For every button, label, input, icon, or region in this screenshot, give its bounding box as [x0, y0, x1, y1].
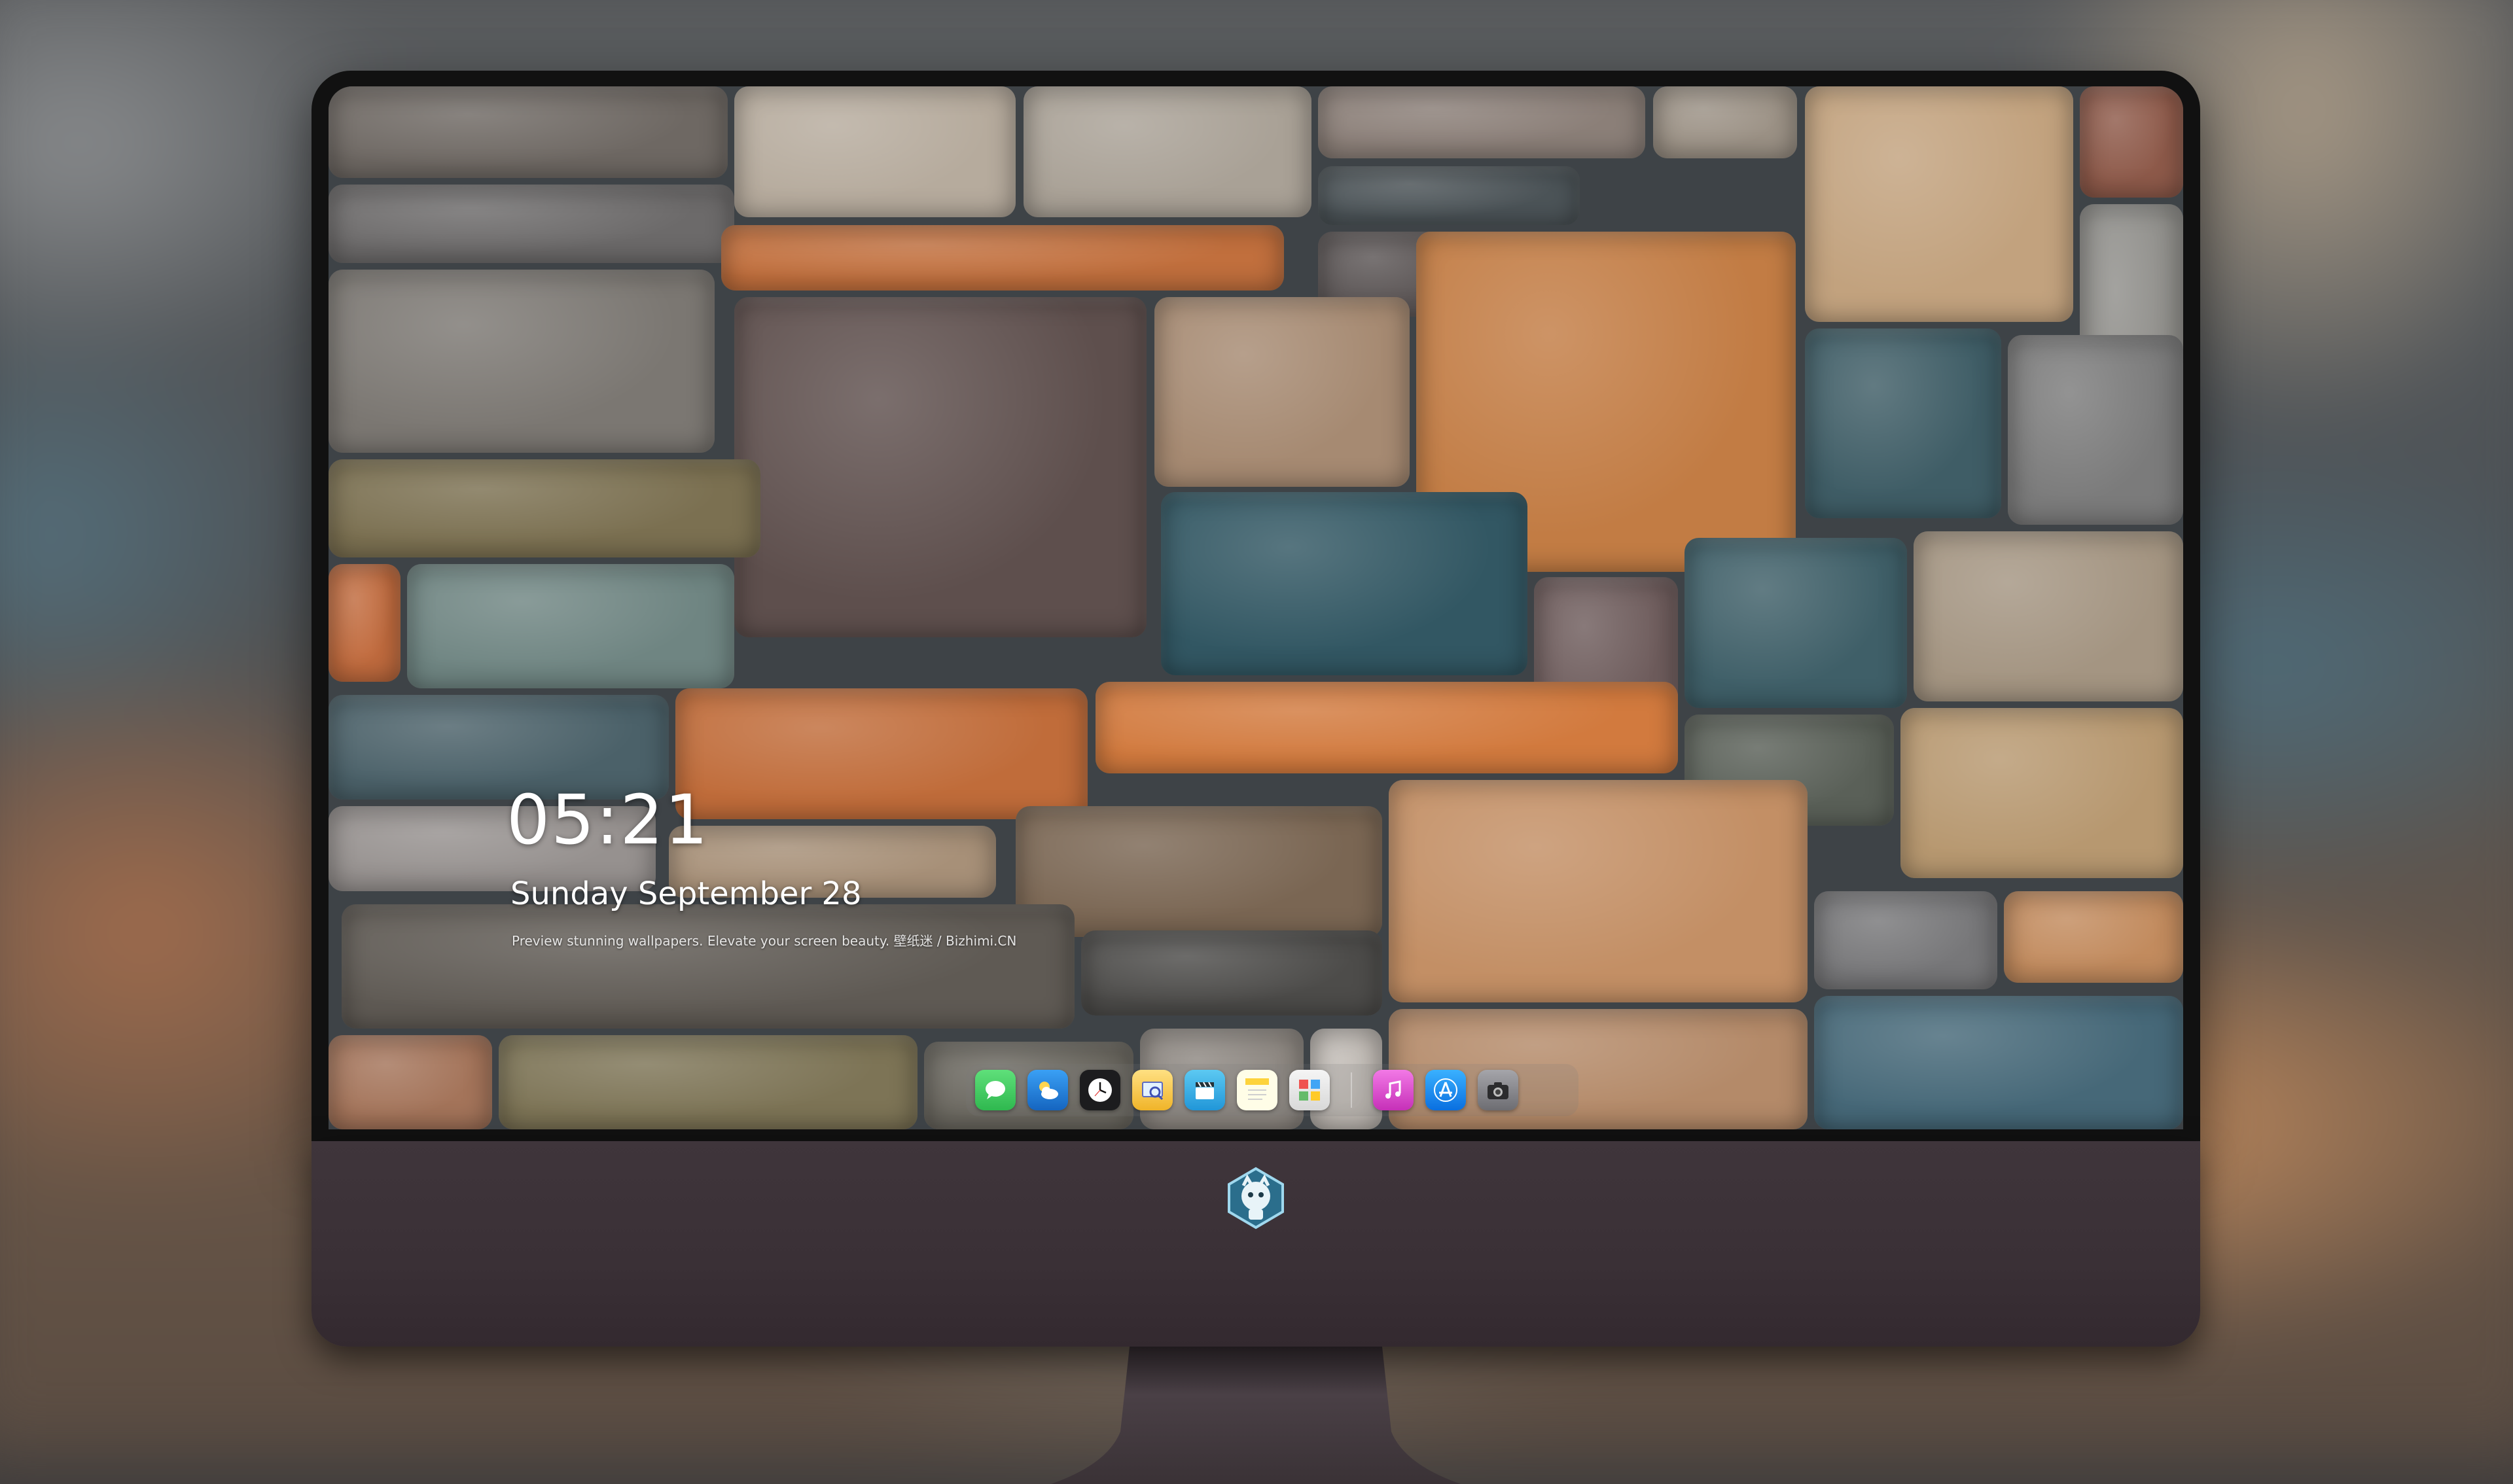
wall-stone — [329, 270, 715, 453]
wall-stone — [734, 86, 1016, 217]
wall-stone — [1914, 531, 2183, 701]
lock-screen-date: Sunday September 28 — [510, 875, 862, 912]
music-icon[interactable] — [1373, 1070, 1414, 1110]
wall-stone — [1154, 297, 1410, 487]
wallpaper-credit: Preview stunning wallpapers. Elevate you… — [512, 933, 1017, 949]
messages-icon[interactable] — [975, 1070, 1016, 1110]
weather-icon[interactable] — [1027, 1070, 1068, 1110]
wall-stone — [1814, 891, 1997, 989]
wall-stone — [1900, 708, 2183, 878]
wall-stone — [329, 185, 734, 263]
stone-wall-wallpaper — [329, 86, 2183, 1129]
wall-stone — [1318, 166, 1580, 225]
wall-stone — [2008, 335, 2183, 525]
wall-stone — [1805, 328, 2001, 518]
brand-logo-icon — [1228, 1167, 1284, 1229]
imac-monitor: 05:21 Sunday September 28 Preview stunni… — [312, 71, 2200, 1484]
wall-stone — [329, 564, 401, 682]
wall-stone — [1805, 86, 2073, 322]
wall-stone — [329, 86, 728, 178]
wall-stone — [1684, 538, 1907, 708]
wall-stone — [1081, 930, 1382, 1016]
wall-stone — [1389, 780, 1808, 1002]
wall-stone — [1024, 86, 1311, 217]
wall-stone — [1161, 492, 1527, 675]
wall-stone — [675, 688, 1088, 819]
monitor-stand — [1051, 1347, 1461, 1484]
dock — [966, 1064, 1578, 1116]
wall-stone — [1318, 86, 1645, 158]
wall-stone — [499, 1035, 918, 1129]
wall-stone — [1814, 996, 2183, 1129]
wall-stone — [329, 459, 760, 557]
wall-stone — [342, 904, 1075, 1029]
wall-stone — [734, 297, 1147, 637]
camera-icon[interactable] — [1478, 1070, 1518, 1110]
monitor-bezel: 05:21 Sunday September 28 Preview stunni… — [312, 71, 2200, 1141]
app-store-icon[interactable] — [1425, 1070, 1466, 1110]
wall-stone — [1096, 682, 1678, 773]
preview-icon[interactable] — [1132, 1070, 1173, 1110]
lock-screen-time: 05:21 — [507, 780, 709, 860]
wall-stone — [1653, 86, 1797, 158]
photo-booth-icon[interactable] — [1289, 1070, 1330, 1110]
wall-stone — [329, 1035, 492, 1129]
clapperboard-icon[interactable] — [1185, 1070, 1225, 1110]
desktop-screen: 05:21 Sunday September 28 Preview stunni… — [329, 86, 2183, 1129]
clock-icon[interactable] — [1080, 1070, 1120, 1110]
notes-icon[interactable] — [1237, 1070, 1277, 1110]
wall-stone — [2080, 86, 2183, 198]
wall-stone — [407, 564, 734, 688]
wall-stone — [2004, 891, 2183, 983]
wall-stone — [721, 225, 1284, 291]
dock-separator — [1351, 1072, 1352, 1108]
